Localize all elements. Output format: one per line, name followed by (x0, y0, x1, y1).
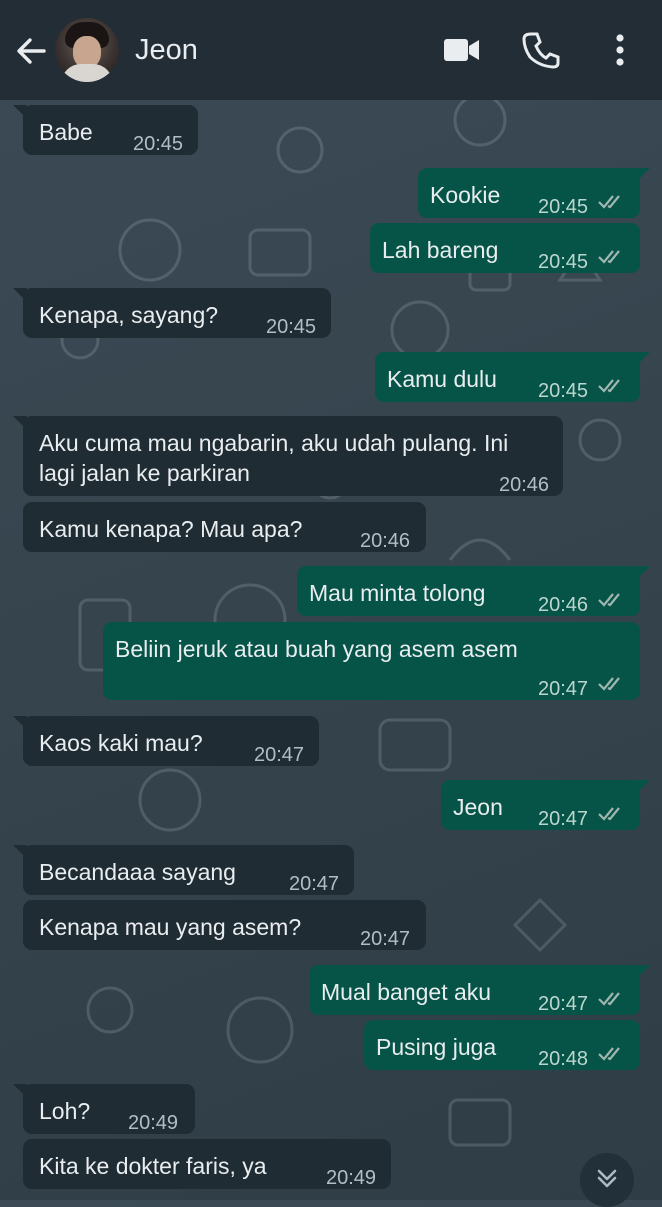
avatar[interactable] (55, 18, 119, 82)
message-text: Kamu dulu (387, 366, 497, 392)
message-bubble-incoming[interactable]: Becandaaa sayang 20:47 (13, 845, 354, 895)
message-bubble-outgoing[interactable]: Beliin jeruk atau buah yang asem asem 20… (103, 622, 640, 700)
message-time: 20:49 (326, 1167, 377, 1189)
message-list[interactable]: Babe 20:45 Kookie 20:45 Lah bareng 20:45… (0, 100, 662, 1200)
message-text: Lah bareng (382, 237, 499, 263)
message-text: Kamu kenapa? Mau apa? (39, 516, 303, 542)
message-time: 20:45 (538, 196, 589, 218)
message-time: 20:45 (266, 316, 317, 338)
read-receipt-icon (598, 807, 620, 821)
message-time: 20:47 (538, 678, 589, 700)
message-text: Kaos kaki mau? (39, 730, 203, 756)
message-time: 20:49 (128, 1112, 179, 1134)
message-bubble-incoming[interactable]: Aku cuma mau ngabarin, aku udah pulang. … (13, 416, 563, 496)
message-time: 20:46 (538, 594, 589, 616)
message-bubble-outgoing[interactable]: Mau minta tolong 20:46 (297, 566, 650, 616)
message-bubble-outgoing[interactable]: Kamu dulu 20:45 (375, 352, 650, 402)
message-bubble-outgoing[interactable]: Lah bareng 20:45 (370, 223, 640, 273)
more-options-icon[interactable] (600, 30, 640, 70)
message-text: Pusing juga (376, 1034, 497, 1060)
read-receipt-icon (598, 677, 620, 691)
message-text: Aku cuma mau ngabarin, aku udah pulang. … (39, 430, 509, 456)
scroll-to-bottom-button[interactable] (580, 1153, 634, 1207)
message-text: Jeon (453, 794, 503, 820)
message-text: Becandaaa sayang (39, 859, 236, 885)
message-text: Kookie (430, 182, 501, 208)
message-bubble-incoming[interactable]: Kita ke dokter faris, ya 20:49 (23, 1139, 391, 1189)
message-time: 20:47 (360, 928, 411, 950)
back-arrow-icon[interactable] (14, 34, 48, 68)
message-bubble-incoming[interactable]: Kenapa, sayang? 20:45 (13, 288, 331, 338)
message-text: Kenapa, sayang? (39, 302, 219, 328)
message-text: Babe (39, 119, 93, 145)
message-text: Kita ke dokter faris, ya (39, 1153, 267, 1179)
message-time: 20:46 (360, 530, 411, 552)
message-bubble-outgoing[interactable]: Mual banget aku 20:47 (309, 965, 650, 1015)
message-bubble-incoming[interactable]: Kamu kenapa? Mau apa? 20:46 (23, 502, 426, 552)
message-bubble-outgoing[interactable]: Pusing juga 20:48 (364, 1020, 640, 1070)
message-time: 20:47 (289, 873, 340, 895)
message-time: 20:47 (538, 808, 589, 830)
read-receipt-icon (598, 195, 620, 209)
message-text: Mau minta tolong (309, 580, 486, 606)
read-receipt-icon (598, 250, 620, 264)
message-time: 20:47 (254, 744, 305, 766)
phone-icon[interactable] (521, 30, 561, 70)
message-time: 20:45 (538, 380, 589, 402)
read-receipt-icon (598, 992, 620, 1006)
message-bubble-outgoing[interactable]: Jeon 20:47 (441, 780, 650, 830)
message-bubble-incoming[interactable]: Kenapa mau yang asem? 20:47 (23, 900, 426, 950)
chat-header: Jeon (0, 0, 662, 100)
message-bubble-incoming[interactable]: Loh? 20:49 (13, 1084, 195, 1134)
contact-name[interactable]: Jeon (135, 34, 198, 67)
message-text: Kenapa mau yang asem? (39, 914, 302, 940)
double-chevron-down-icon (597, 1169, 617, 1188)
message-bubble-outgoing[interactable]: Kookie 20:45 (418, 168, 650, 218)
message-time: 20:46 (499, 474, 550, 496)
message-text: Mual banget aku (321, 979, 492, 1005)
message-bubble-incoming[interactable]: Babe 20:45 (13, 105, 198, 155)
read-receipt-icon (598, 379, 620, 393)
message-text-line2: lagi jalan ke parkiran (39, 460, 250, 486)
message-time: 20:48 (538, 1048, 589, 1070)
read-receipt-icon (598, 593, 620, 607)
message-time: 20:45 (133, 133, 184, 155)
read-receipt-icon (598, 1047, 620, 1061)
message-bubble-incoming[interactable]: Kaos kaki mau? 20:47 (13, 716, 319, 766)
message-time: 20:47 (538, 993, 589, 1015)
video-call-icon[interactable] (442, 30, 482, 70)
message-text: Beliin jeruk atau buah yang asem asem (115, 636, 518, 662)
message-text: Loh? (39, 1098, 91, 1124)
message-time: 20:45 (538, 251, 589, 273)
